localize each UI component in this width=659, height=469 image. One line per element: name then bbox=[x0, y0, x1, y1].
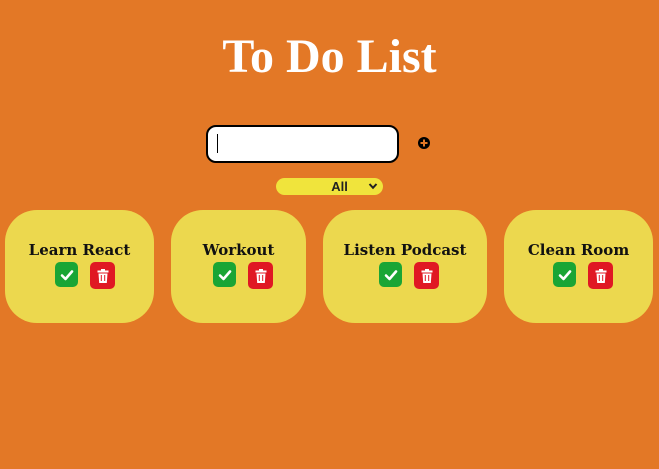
text-caret bbox=[217, 134, 218, 153]
trash-icon bbox=[421, 268, 432, 283]
trash-icon bbox=[97, 268, 108, 283]
todo-card: Learn React bbox=[5, 210, 154, 323]
chevron-down-icon bbox=[368, 183, 378, 190]
complete-button[interactable] bbox=[213, 262, 236, 287]
complete-button[interactable] bbox=[379, 262, 402, 287]
check-icon bbox=[384, 269, 397, 280]
todo-card: Listen Podcast bbox=[323, 210, 487, 323]
check-icon bbox=[218, 269, 231, 280]
todo-text: Listen Podcast bbox=[343, 241, 467, 259]
filter-select[interactable]: All bbox=[276, 178, 383, 195]
add-todo-button[interactable] bbox=[417, 136, 431, 150]
todo-text: Clean Room bbox=[527, 241, 630, 259]
todo-card: Clean Room bbox=[504, 210, 653, 323]
complete-button[interactable] bbox=[553, 262, 576, 287]
complete-button[interactable] bbox=[55, 262, 78, 287]
delete-button[interactable] bbox=[248, 262, 273, 289]
trash-icon bbox=[595, 268, 606, 283]
todo-card: Workout bbox=[171, 210, 306, 323]
page-title: To Do List bbox=[222, 30, 437, 83]
check-icon bbox=[558, 269, 571, 280]
plus-circle-icon bbox=[418, 137, 430, 149]
todo-text: Learn React bbox=[28, 241, 131, 259]
delete-button[interactable] bbox=[414, 262, 439, 289]
todo-text: Workout bbox=[202, 241, 275, 259]
trash-icon bbox=[255, 268, 266, 283]
delete-button[interactable] bbox=[588, 262, 613, 289]
filter-selected-value: All bbox=[331, 179, 348, 194]
todo-input[interactable] bbox=[206, 125, 399, 163]
check-icon bbox=[60, 269, 73, 280]
delete-button[interactable] bbox=[90, 262, 115, 289]
